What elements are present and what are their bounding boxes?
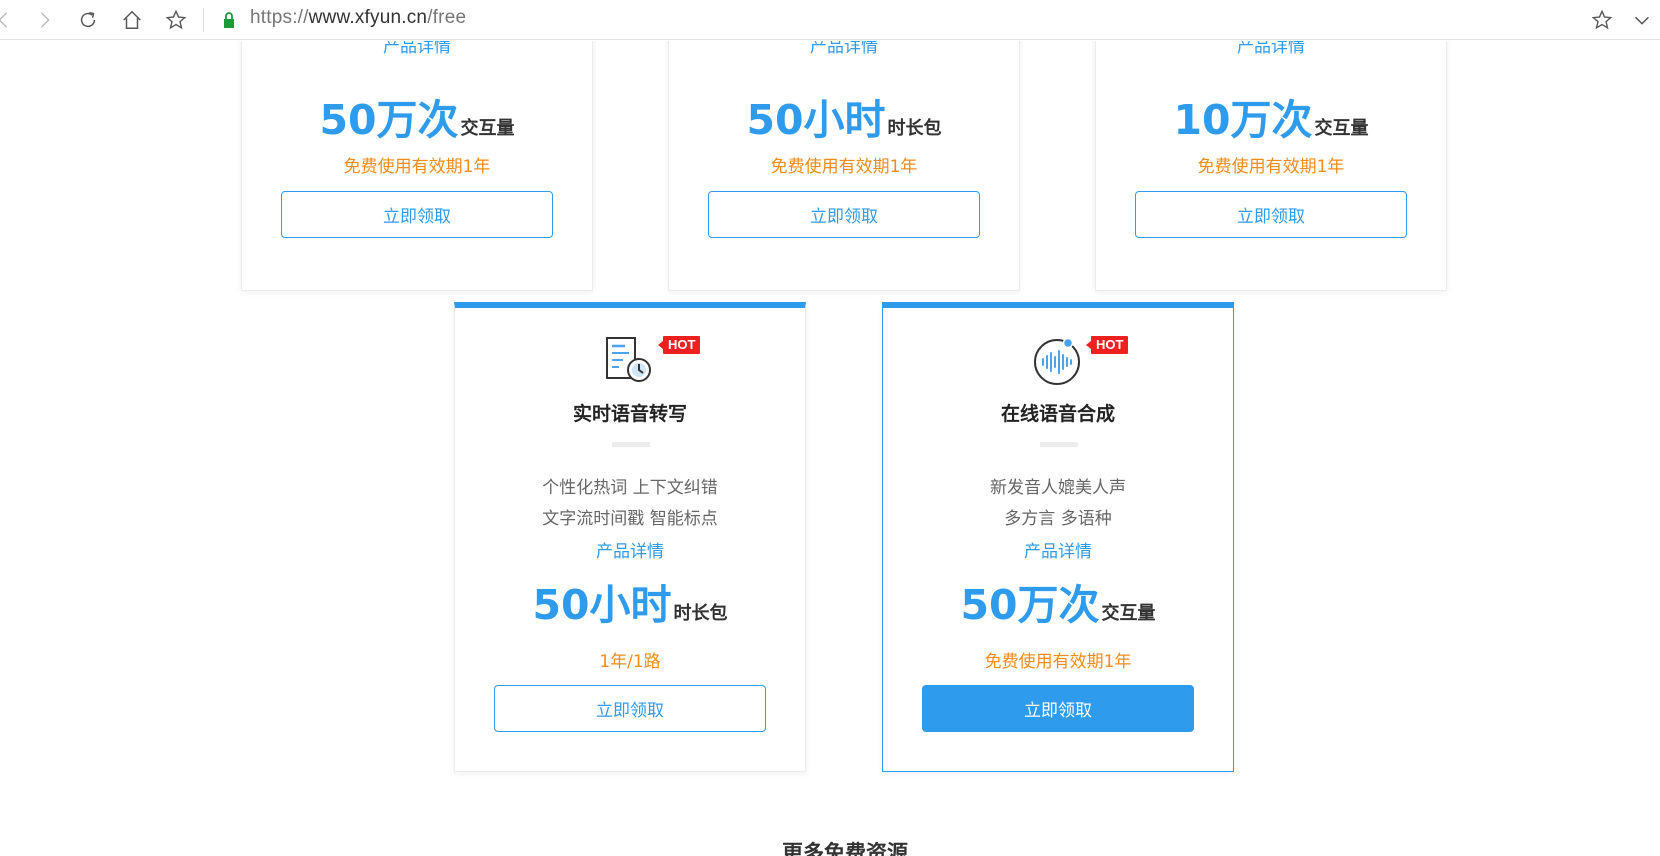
quota-amount: 50万次 交互量 [242,86,592,146]
quota-value: 10万次 [1173,96,1313,144]
quota-value: 50万次 [319,96,459,144]
chevron-down-icon[interactable] [1628,6,1656,34]
url-scheme: https:// [250,7,309,28]
lock-icon [222,11,236,29]
url-path: /free [427,7,467,28]
browser-toolbar: https://www.xfyun.cn/free [0,0,1660,40]
free-offer-card: 产品详情 10万次 交互量 免费使用有效期1年 立即领取 [1095,41,1447,291]
reload-icon[interactable] [74,6,102,34]
toolbar-divider [203,8,204,32]
product-detail-link[interactable]: 产品详情 [669,41,1019,57]
feature-line: 新发音人媲美人声 [990,478,1126,498]
product-detail-link[interactable]: 产品详情 [1096,41,1446,57]
feature-line: 文字流时间戳 智能标点 [542,509,718,529]
quota-unit: 交互量 [1101,603,1156,624]
page-content: 产品详情 50万次 交互量 免费使用有效期1年 立即领取 产品详情 50小时 时长包… [0,41,1660,856]
claim-button[interactable]: 立即领取 [922,685,1194,732]
forward-icon[interactable] [30,6,58,34]
product-detail-link[interactable]: 产品详情 [242,41,592,57]
quota-value: 50小时 [532,581,672,629]
title-divider [1040,442,1078,447]
soundwave-icon [1031,334,1087,386]
free-offer-card: 产品详情 50万次 交互量 免费使用有效期1年 立即领取 [241,41,593,291]
validity-text: 免费使用有效期1年 [984,652,1132,672]
validity-text: 免费使用有效期1年 [343,157,491,177]
product-card-online-tts: HOT 在线语音合成 新发音人媲美人声 多方言 多语种 产品详情 50万次 交互量… [882,302,1234,772]
quota-amount: 50小时 时长包 [455,571,805,631]
validity-text: 免费使用有效期1年 [770,157,918,177]
claim-button[interactable]: 立即领取 [281,191,553,238]
section-heading: 更多免费资源 [782,841,908,856]
claim-button[interactable]: 立即领取 [708,191,980,238]
free-offer-card: 产品详情 50小时 时长包 免费使用有效期1年 立即领取 [668,41,1020,291]
claim-button[interactable]: 立即领取 [494,685,766,732]
product-card-realtime-transcription: HOT 实时语音转写 个性化热词 上下文纠错 文字流时间戳 智能标点 产品详情 … [454,302,806,772]
bookmark-page-star-icon[interactable] [1588,6,1616,34]
quota-unit: 时长包 [673,603,728,624]
feature-line: 多方言 多语种 [1004,509,1112,529]
product-title: 实时语音转写 [572,403,687,425]
feature-line: 个性化热词 上下文纠错 [542,478,718,498]
bookmark-star-icon[interactable] [162,6,190,34]
quota-unit: 时长包 [887,118,942,139]
quota-value: 50万次 [960,581,1100,629]
url-host: www.xfyun.cn [308,7,428,28]
back-icon[interactable] [0,6,18,34]
validity-text: 1年/1路 [599,652,661,672]
quota-amount: 50小时 时长包 [669,86,1019,146]
quota-value: 50小时 [746,96,886,144]
hot-badge: HOT [1085,336,1129,354]
quota-unit: 交互量 [460,118,515,139]
quota-amount: 50万次 交互量 [883,571,1233,631]
quota-unit: 交互量 [1314,118,1369,139]
validity-text: 免费使用有效期1年 [1197,157,1345,177]
product-detail-link[interactable]: 产品详情 [455,537,805,562]
quota-amount: 10万次 交互量 [1096,86,1446,146]
product-detail-link[interactable]: 产品详情 [883,537,1233,562]
title-divider [612,442,650,447]
hot-badge: HOT [657,336,701,354]
product-title: 在线语音合成 [1000,403,1115,425]
claim-button[interactable]: 立即领取 [1135,191,1407,238]
home-icon[interactable] [118,6,146,34]
document-clock-icon [603,334,659,386]
address-bar[interactable]: https://www.xfyun.cn/free [250,7,466,29]
